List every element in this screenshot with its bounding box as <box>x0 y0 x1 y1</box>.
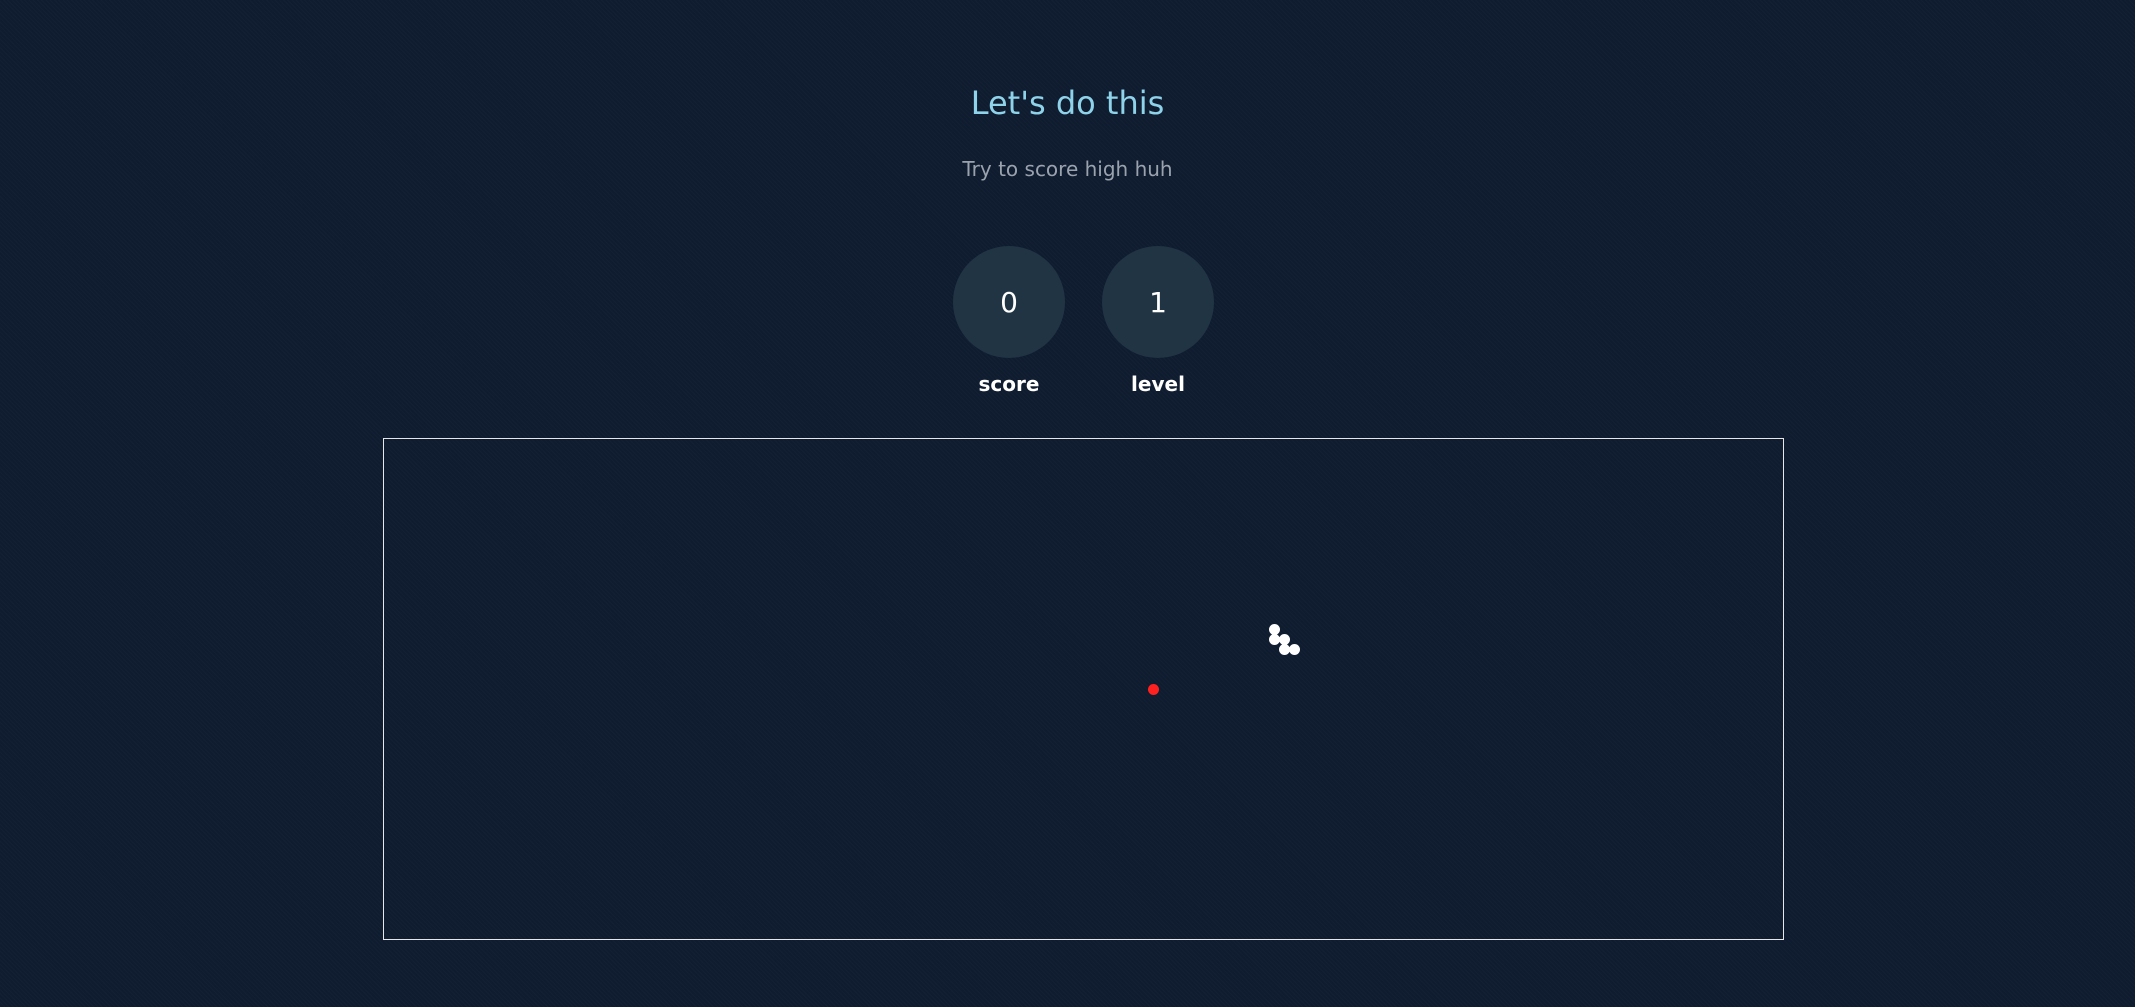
game-board[interactable] <box>383 438 1784 940</box>
level-label: level <box>1131 372 1185 396</box>
food <box>1148 684 1159 695</box>
page-title: Let's do this <box>970 84 1165 122</box>
page-subtitle: Try to score high huh <box>962 157 1173 181</box>
level-value: 1 <box>1102 246 1214 358</box>
level-stat: 1 level <box>1102 246 1214 396</box>
snake-segment <box>1289 644 1300 655</box>
score-value: 0 <box>953 246 1065 358</box>
score-stat: 0 score <box>953 246 1065 396</box>
score-label: score <box>978 372 1040 396</box>
